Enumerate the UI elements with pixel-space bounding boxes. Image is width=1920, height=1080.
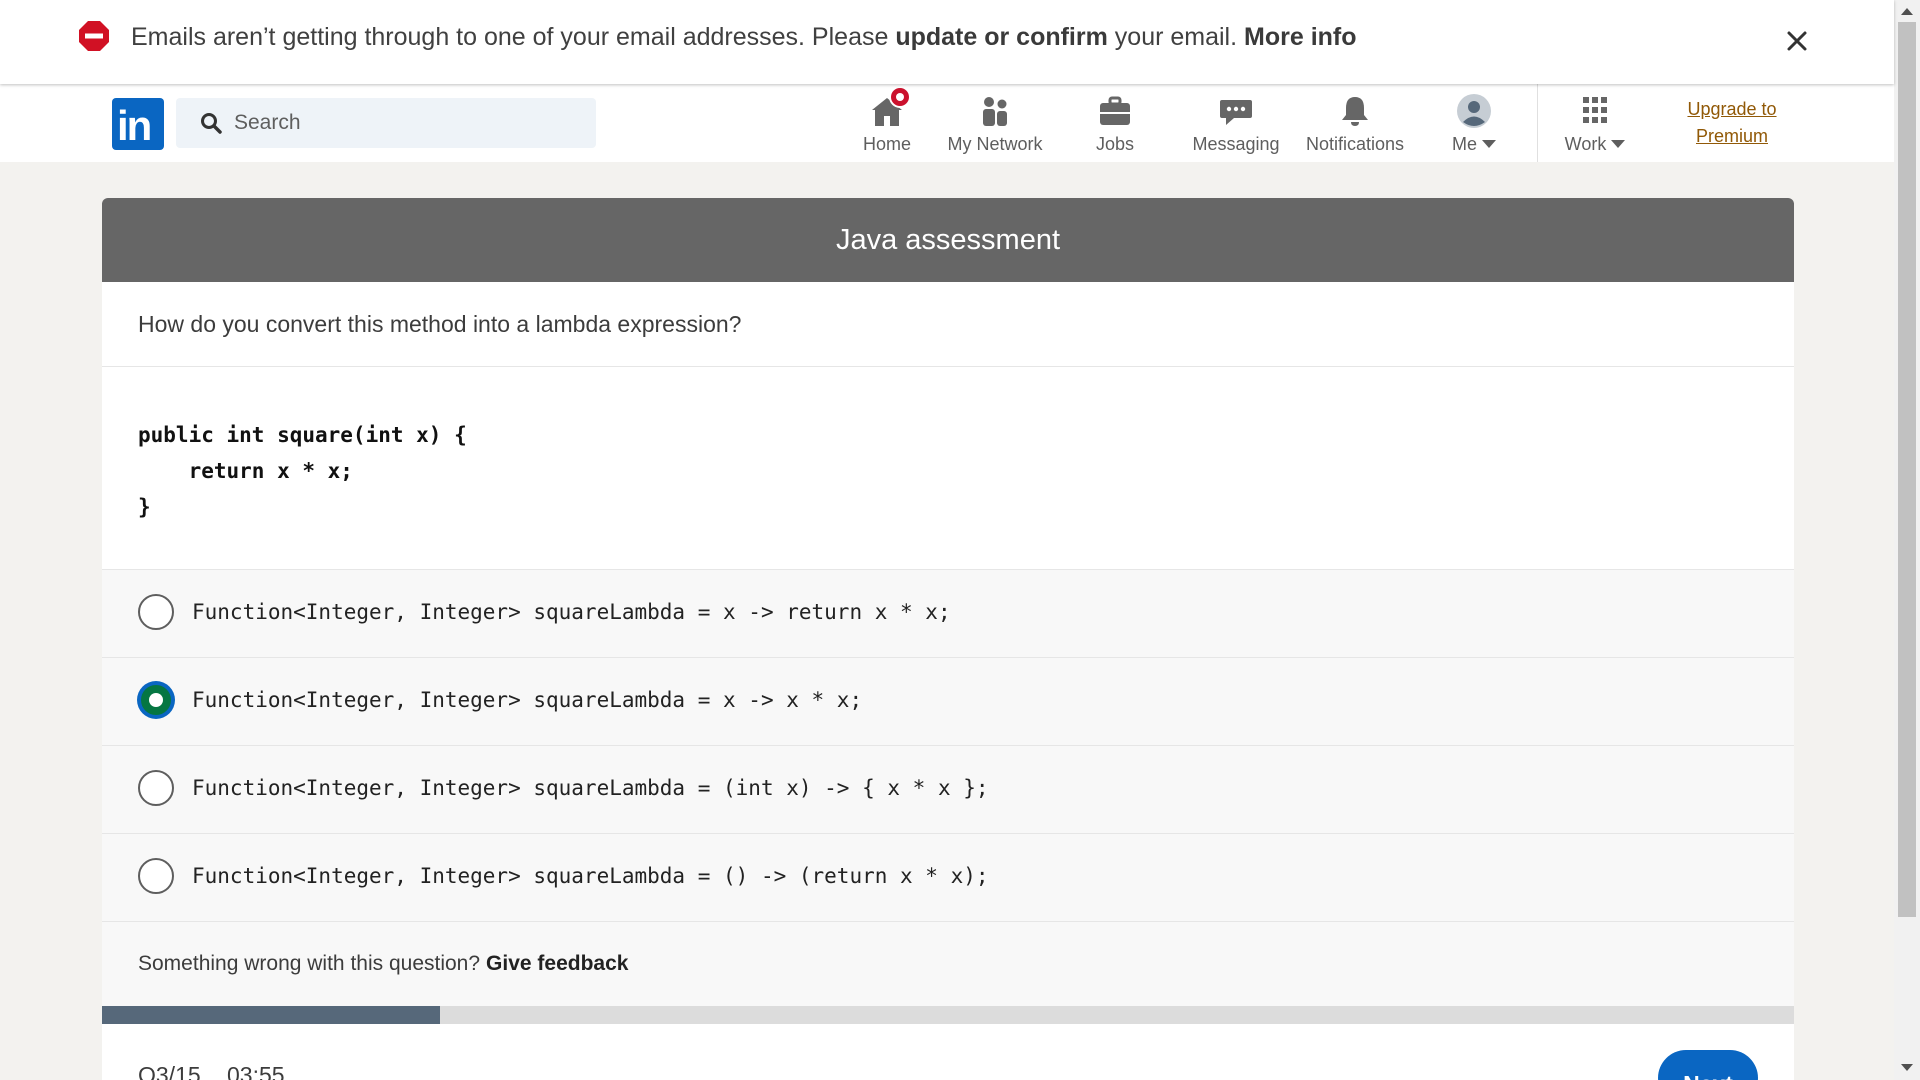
nav-jobs[interactable]: Jobs: [1075, 94, 1155, 154]
radio-button-selected[interactable]: [138, 682, 174, 718]
code-block: public int square(int x) { return x * x;…: [102, 367, 1794, 570]
chat-icon: [1218, 94, 1254, 128]
email-alert-banner: Emails aren’t getting through to one of …: [0, 0, 1894, 84]
assessment-header: Java assessment: [102, 198, 1794, 282]
answer-option-text: Function<Integer, Integer> squareLambda …: [192, 864, 989, 888]
close-icon[interactable]: [1783, 27, 1811, 55]
next-button[interactable]: Next: [1658, 1050, 1758, 1080]
grid-icon: [1577, 94, 1613, 128]
update-email-link[interactable]: update or confirm: [895, 23, 1108, 51]
assessment-footer: Q3/15 03:55 Next: [102, 1024, 1794, 1080]
home-icon: [869, 86, 911, 128]
avatar-icon: [1456, 94, 1492, 128]
timer: 03:55: [227, 1062, 285, 1080]
give-feedback-link[interactable]: Give feedback: [486, 952, 628, 976]
answer-option-2[interactable]: Function<Integer, Integer> squareLambda …: [102, 658, 1794, 746]
scrollbar[interactable]: [1894, 0, 1920, 1080]
feedback-prompt: Something wrong with this question?: [138, 952, 481, 975]
search-bar: [176, 98, 596, 148]
nav-messaging[interactable]: Messaging: [1185, 94, 1287, 154]
nav-me-label: Me: [1437, 134, 1511, 155]
nav-messaging-label: Messaging: [1192, 134, 1280, 154]
assessment-title: Java assessment: [835, 223, 1061, 256]
scroll-down-arrow-icon[interactable]: [1901, 1064, 1913, 1071]
radio-button[interactable]: [138, 594, 174, 630]
global-nav: in Home My Network Jobs Messaging: [0, 84, 1894, 162]
nav-home[interactable]: Home: [847, 86, 927, 154]
nav-notifications[interactable]: Notifications: [1302, 94, 1408, 154]
nav-home-label: Home: [862, 134, 911, 154]
alert-message: Emails aren’t getting through to one of …: [131, 20, 1357, 54]
premium-line-1: Upgrade to: [1687, 99, 1777, 119]
nav-divider: [1537, 84, 1538, 162]
search-icon: [201, 113, 222, 134]
feedback-row: Something wrong with this question? Give…: [102, 922, 1794, 1006]
answer-option-text: Function<Integer, Integer> squareLambda …: [192, 600, 951, 624]
question-counter: Q3/15: [138, 1062, 201, 1080]
assessment-card: Java assessment How do you convert this …: [102, 198, 1794, 1080]
progress-fill: [102, 1006, 441, 1024]
bell-icon: [1337, 94, 1373, 128]
premium-line-2: Premium: [1695, 126, 1768, 146]
answer-option-text: Function<Integer, Integer> squareLambda …: [192, 776, 989, 800]
alert-text-middle: your email.: [1107, 23, 1245, 51]
progress-bar: [102, 1006, 1794, 1024]
answer-option-text: Function<Integer, Integer> squareLambda …: [192, 688, 863, 712]
answer-option-4[interactable]: Function<Integer, Integer> squareLambda …: [102, 834, 1794, 922]
scroll-up-arrow-icon[interactable]: [1901, 8, 1913, 15]
search-input[interactable]: [234, 98, 584, 148]
nav-me[interactable]: Me: [1437, 94, 1511, 154]
nav-work-label: Work: [1558, 134, 1632, 155]
more-info-link[interactable]: More info: [1244, 23, 1357, 51]
chevron-down-icon: [1482, 140, 1496, 148]
radio-button[interactable]: [138, 858, 174, 894]
upgrade-premium-link[interactable]: Upgrade to Premium: [1672, 96, 1792, 150]
logo-text: in: [117, 102, 152, 149]
no-entry-icon: [79, 21, 109, 51]
nav-notifications-label: Notifications: [1305, 134, 1405, 154]
nav-jobs-label: Jobs: [1095, 134, 1135, 154]
briefcase-icon: [1097, 94, 1133, 128]
work-text: Work: [1564, 134, 1607, 154]
linkedin-logo[interactable]: in: [112, 98, 164, 150]
nav-my-network-label: My Network: [947, 134, 1043, 154]
chevron-down-icon: [1611, 140, 1626, 148]
question-text: How do you convert this method into a la…: [102, 282, 1794, 367]
scrollbar-thumb[interactable]: [1898, 22, 1916, 917]
radio-button[interactable]: [138, 770, 174, 806]
people-icon: [977, 94, 1013, 128]
answer-option-3[interactable]: Function<Integer, Integer> squareLambda …: [102, 746, 1794, 834]
notification-badge: [889, 86, 911, 108]
nav-my-network[interactable]: My Network: [940, 94, 1050, 154]
me-text: Me: [1451, 134, 1477, 154]
alert-text-before: Emails aren’t getting through to one of …: [131, 23, 896, 51]
answer-option-1[interactable]: Function<Integer, Integer> squareLambda …: [102, 570, 1794, 658]
nav-work[interactable]: Work: [1558, 94, 1632, 154]
